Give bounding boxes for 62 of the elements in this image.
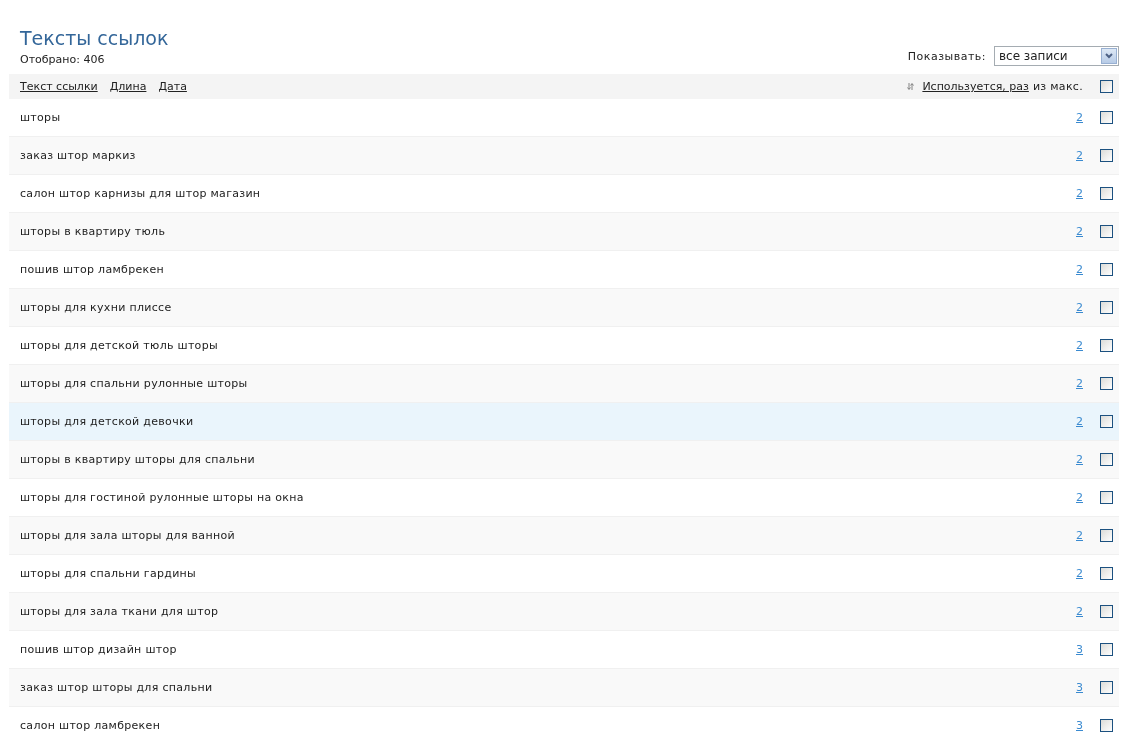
link-text-cell-text: шторы для гостиной рулонные шторы на окна [20, 491, 305, 504]
usage-count-link[interactable]: 2 [1076, 605, 1083, 618]
usage-count-link[interactable]: 2 [1076, 415, 1083, 428]
checkbox[interactable] [1100, 149, 1113, 162]
link-text-cell-text: шторы в квартиру тюль [20, 225, 167, 238]
checkbox[interactable] [1100, 681, 1113, 694]
usage-count-link[interactable]: 3 [1076, 643, 1083, 656]
link-text-cell-text: шторы для детской девочки [20, 415, 195, 428]
checkbox[interactable] [1100, 111, 1113, 124]
checkbox[interactable] [1100, 415, 1113, 428]
checkbox[interactable] [1100, 187, 1113, 200]
checkbox[interactable] [1100, 263, 1113, 276]
checkbox[interactable] [1100, 301, 1113, 314]
checkbox[interactable] [1100, 529, 1113, 542]
sort-link[interactable]: Текст ссылки [20, 80, 98, 93]
link-text-cell-text: шторы для зала ткани для штор [20, 605, 220, 618]
checkbox[interactable] [1100, 377, 1113, 390]
usage-count-link[interactable]: 2 [1076, 149, 1083, 162]
usage-count-link[interactable]: 3 [1076, 681, 1083, 694]
link-text-cell-text: шторы для детской тюль шторы [20, 339, 219, 352]
usage-count-link[interactable]: 2 [1076, 187, 1083, 200]
checkbox[interactable] [1100, 567, 1113, 580]
link-text-cell-text: заказ штор маркиз [20, 149, 137, 162]
link-text-cell-text: салон штор карнизы для штор магазин [20, 187, 262, 200]
checkbox[interactable] [1100, 225, 1113, 238]
checkbox[interactable] [1100, 605, 1113, 618]
link-text-cell-text: заказ штор шторы для спальни [20, 681, 214, 694]
checkbox[interactable] [1100, 80, 1113, 93]
usage-count-link[interactable]: 2 [1076, 111, 1083, 124]
sort-link[interactable]: Дата [158, 80, 187, 93]
usage-count-link[interactable]: 2 [1076, 377, 1083, 390]
page-title: Тексты ссылок [20, 26, 169, 51]
checkbox[interactable] [1100, 491, 1113, 504]
usage-count-link[interactable]: 2 [1076, 301, 1083, 314]
link-text-cell-text: шторы для спальни гардины [20, 567, 198, 580]
usage-count-link[interactable]: 2 [1076, 529, 1083, 542]
link-text-cell-text: шторы для спальни рулонные шторы [20, 377, 249, 390]
usage-count-link[interactable]: 2 [1076, 263, 1083, 276]
usage-suffix: из макс. [1032, 80, 1083, 93]
usage-count-link[interactable]: 2 [1076, 567, 1083, 580]
usage-count-link[interactable]: 3 [1076, 719, 1083, 732]
link-text-cell-text: пошив штор дизайн штор [20, 643, 178, 656]
checkbox[interactable] [1100, 719, 1113, 732]
usage-count-link[interactable]: 2 [1076, 491, 1083, 504]
selected-count: Отобрано: 406 [20, 53, 105, 66]
checkbox[interactable] [1100, 643, 1113, 656]
link-text-cell-text: шторы для кухни плиссе [20, 301, 173, 314]
link-text-cell-text: салон штор ламбрекен [20, 719, 162, 732]
usage-count-link[interactable]: 2 [1076, 453, 1083, 466]
link-text-cell-text: шторы в квартиру шторы для спальни [20, 453, 256, 466]
link-text-cell-text: пошив штор ламбрекен [20, 263, 165, 276]
link-text-cell-text: шторы [20, 111, 62, 124]
show-label: Показывать: [907, 49, 986, 63]
checkbox[interactable] [1100, 453, 1113, 466]
usage-count-link[interactable]: 2 [1076, 339, 1083, 352]
sort-link[interactable]: Длина [109, 80, 147, 93]
link-text-cell-text: шторы для зала шторы для ванной [20, 529, 236, 542]
usage-sort-link[interactable]: Используется, раз [922, 80, 1029, 93]
usage-count-link[interactable]: 2 [1076, 225, 1083, 238]
show-select[interactable]: все записи [994, 46, 1119, 66]
sort-arrows-icon[interactable] [907, 82, 915, 91]
checkbox[interactable] [1100, 339, 1113, 352]
